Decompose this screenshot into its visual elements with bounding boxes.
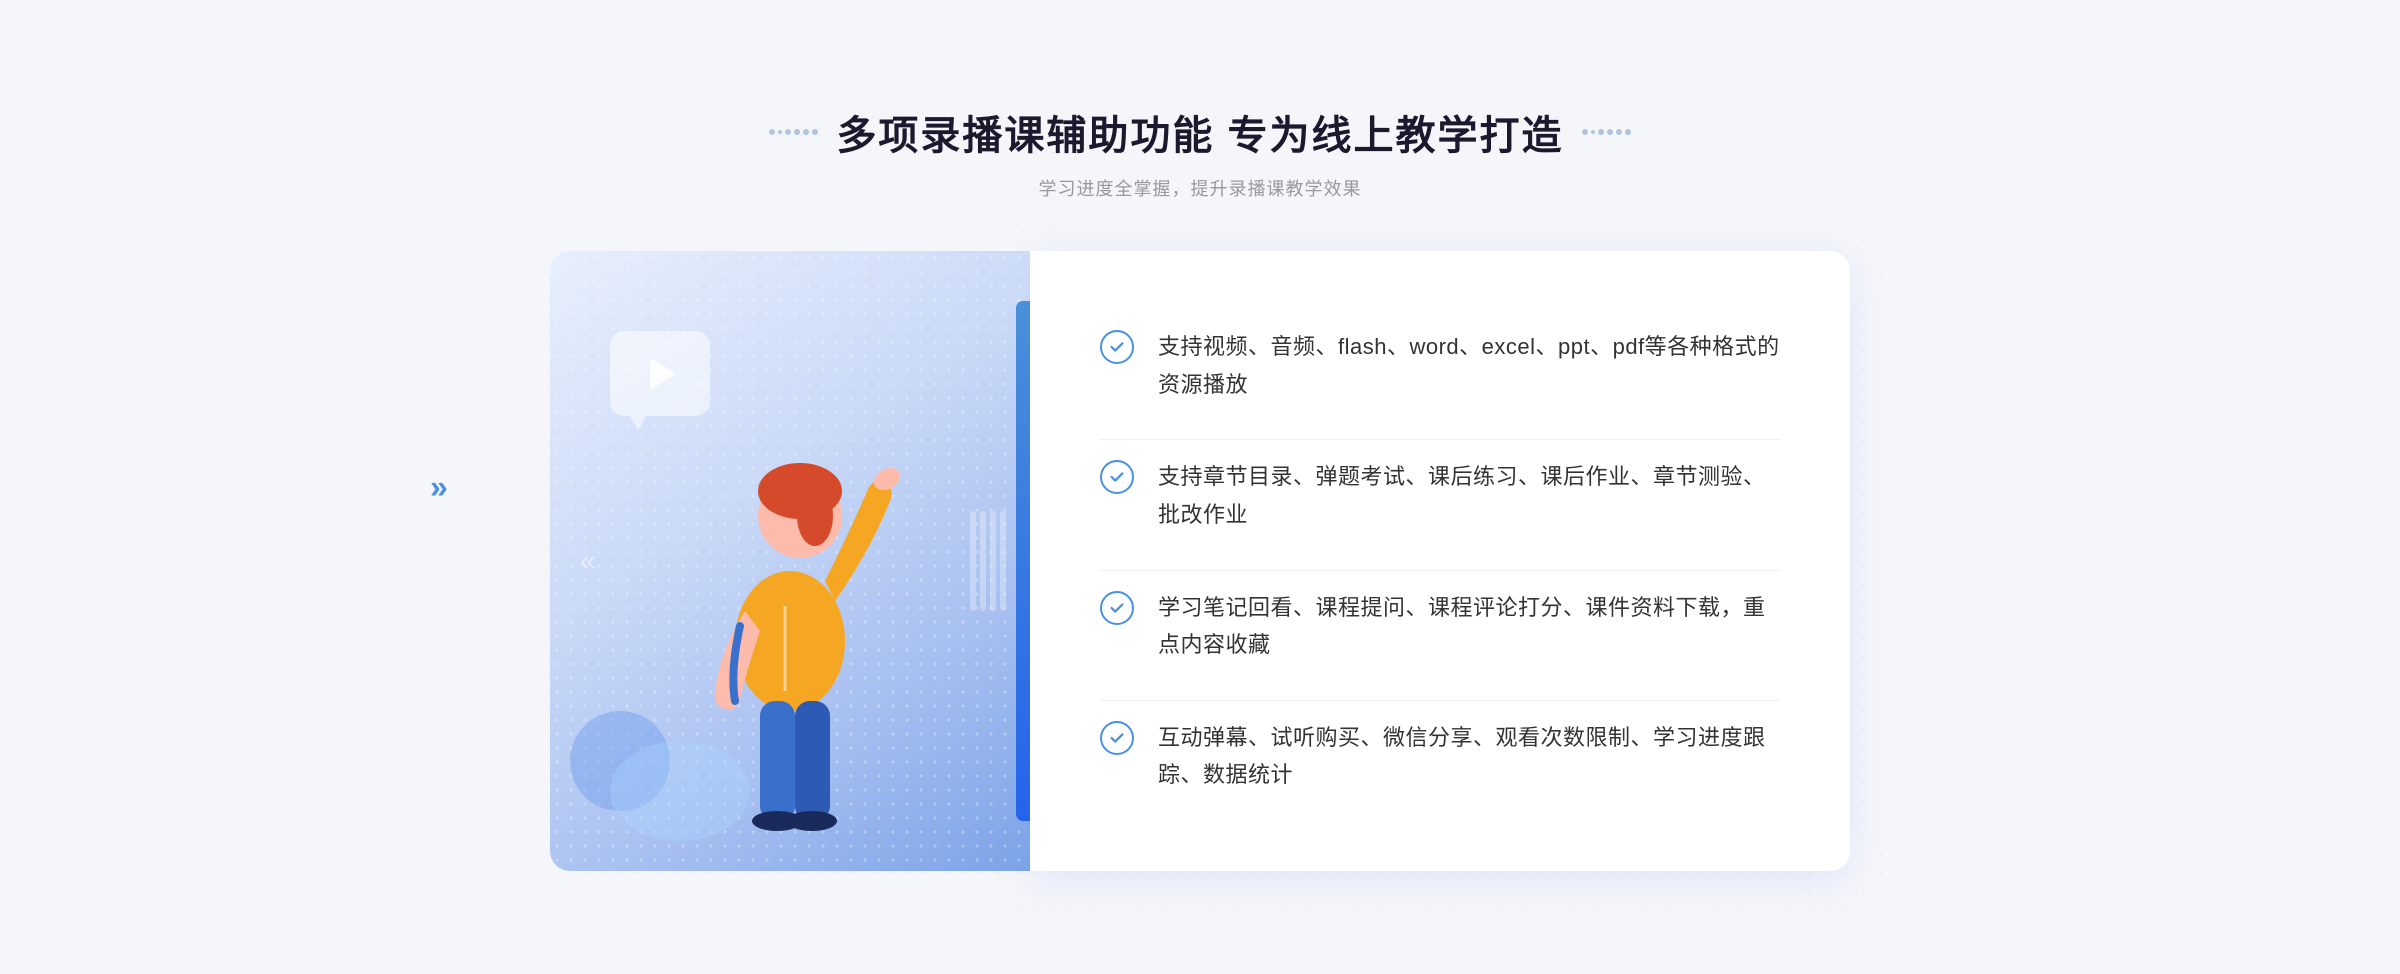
page-title: 多项录播课辅助功能 专为线上教学打造 — [836, 103, 1563, 161]
feature-text-4: 互动弹幕、试听购买、微信分享、观看次数限制、学习进度跟踪、数据统计 — [1158, 719, 1780, 794]
header-title-row: 多项录播课辅助功能 专为线上教学打造 — [769, 103, 1630, 161]
dot-r2 — [1591, 130, 1595, 134]
check-circle-icon-4 — [1100, 721, 1134, 755]
feature-text-2: 支持章节目录、弹题考试、课后练习、课后作业、章节测验、批改作业 — [1158, 458, 1780, 533]
check-circle-icon-2 — [1100, 460, 1134, 494]
feature-text-3: 学习笔记回看、课程提问、课程评论打分、课件资料下载，重点内容收藏 — [1158, 589, 1780, 664]
page-subtitle: 学习进度全掌握，提升录播课教学效果 — [769, 175, 1630, 201]
dot-r3 — [1598, 129, 1604, 135]
dot-4 — [794, 129, 800, 135]
title-dots-right — [1582, 129, 1631, 135]
feature-item-1: 支持视频、音频、flash、word、excel、ppt、pdf等各种格式的资源… — [1100, 310, 1780, 421]
accent-bar — [1016, 301, 1030, 821]
features-panel: 支持视频、音频、flash、word、excel、ppt、pdf等各种格式的资源… — [1030, 251, 1850, 871]
main-content: « — [550, 251, 1850, 871]
feature-text-1: 支持视频、音频、flash、word、excel、ppt、pdf等各种格式的资源… — [1158, 328, 1780, 403]
dot-6 — [812, 129, 818, 135]
check-circle-icon-3 — [1100, 591, 1134, 625]
dot-r6 — [1625, 129, 1631, 135]
outer-chevrons-icon: » — [430, 469, 440, 506]
feature-item-4: 互动弹幕、试听购买、微信分享、观看次数限制、学习进度跟踪、数据统计 — [1100, 700, 1780, 812]
feature-item-2: 支持章节目录、弹题考试、课后练习、课后作业、章节测验、批改作业 — [1100, 439, 1780, 551]
page-container: 多项录播课辅助功能 专为线上教学打造 学习进度全掌握，提升录播课教学效果 — [0, 0, 2400, 974]
title-dots-left — [769, 129, 818, 135]
dot-r1 — [1582, 129, 1588, 135]
dot-2 — [778, 130, 782, 134]
check-circle-icon-1 — [1100, 330, 1134, 364]
dot-r5 — [1616, 129, 1622, 135]
dot-r4 — [1607, 129, 1613, 135]
dot-1 — [769, 129, 775, 135]
left-chevrons-icon: « — [580, 545, 592, 577]
header-section: 多项录播课辅助功能 专为线上教学打造 学习进度全掌握，提升录播课教学效果 — [769, 103, 1630, 201]
illustration-panel: « — [550, 251, 1030, 871]
human-figure-illustration — [630, 371, 950, 871]
feature-item-3: 学习笔记回看、课程提问、课程评论打分、课件资料下载，重点内容收藏 — [1100, 570, 1780, 682]
dot-5 — [803, 129, 809, 135]
dot-3 — [785, 129, 791, 135]
deco-stripes — [970, 511, 1010, 611]
